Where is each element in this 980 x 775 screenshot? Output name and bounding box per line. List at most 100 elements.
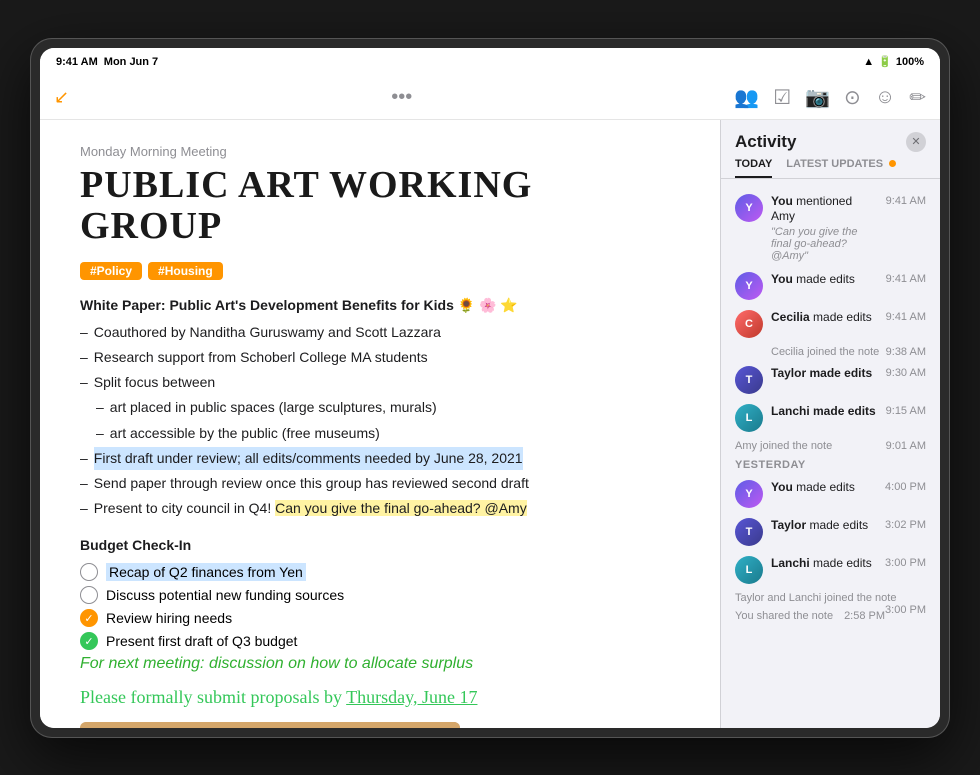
tab-today[interactable]: TODAY	[735, 158, 772, 178]
activity-time-4: 9:30 AM	[886, 367, 926, 379]
activity-text-you-mention: You mentioned Amy "Can you give the fina…	[771, 194, 878, 262]
checkbox-3[interactable]: ✓	[80, 609, 98, 627]
activity-close-button[interactable]: ✕	[906, 132, 926, 152]
tl-joined-time: 3:00 PM	[885, 604, 926, 616]
menu-dots[interactable]: •••	[391, 86, 412, 109]
note-image-inner	[80, 722, 460, 727]
checklist-text-2: Discuss potential new funding sources	[106, 587, 344, 603]
avatar-you-1: Y	[735, 194, 763, 222]
activity-item-lanchi-edit: L Lanchi made edits 9:15 AM	[721, 399, 940, 437]
activity-time-8: 3:00 PM	[885, 557, 926, 569]
activity-main-taylor-y: Taylor made edits	[771, 518, 877, 534]
toolbar-right: 👥 ☑ 📷 ⊙ ☺ ✏	[734, 85, 926, 110]
camera-icon[interactable]: 📷	[805, 85, 830, 110]
shared-text: You shared the note	[735, 610, 833, 622]
checkbox-2[interactable]	[80, 586, 98, 604]
toolbar-left: ↙	[54, 87, 69, 108]
cecilia-joined-time: 9:38 AM	[886, 346, 926, 358]
collapse-icon[interactable]: ↙	[54, 87, 69, 108]
activity-time-1: 9:41 AM	[886, 195, 926, 207]
markup-icon[interactable]: ⊙	[844, 85, 861, 110]
checkbox-1[interactable]	[80, 563, 98, 581]
battery-icon: 🔋	[878, 55, 892, 68]
avatar-cecilia-1: C	[735, 310, 763, 338]
checklist-text-3: Review hiring needs	[106, 610, 232, 626]
status-time: 9:41 AM	[56, 56, 98, 68]
activity-text-taylor: Taylor made edits	[771, 366, 878, 382]
activity-text-cecilia: Cecilia made edits	[771, 310, 878, 326]
toolbar-center: •••	[83, 86, 720, 109]
activity-main-you-edit: You made edits	[771, 272, 878, 288]
whitepaper-title: White Paper: Public Art's Development Be…	[80, 294, 680, 317]
emoji-icon[interactable]: ☺	[875, 86, 895, 109]
activity-header: Activity ✕	[721, 120, 940, 158]
activity-content[interactable]: Y You mentioned Amy "Can you give the fi…	[721, 185, 940, 728]
activity-title: Activity	[735, 132, 796, 152]
italic-note: For next meeting: discussion on how to a…	[80, 655, 473, 672]
activity-main-cecilia: Cecilia made edits	[771, 310, 878, 326]
avatar-lanchi-1: L	[735, 404, 763, 432]
proposal-date: Thursday, June 17	[346, 687, 477, 707]
activity-item-cecilia-edit: C Cecilia made edits 9:41 AM	[721, 305, 940, 343]
line-highlight-blue: – First draft under review; all edits/co…	[80, 447, 680, 470]
activity-item-you-edit: Y You made edits 9:41 AM	[721, 267, 940, 305]
checkbox-4[interactable]: ✓	[80, 632, 98, 650]
line-review2: – Present to city council in Q4! Can you…	[80, 497, 680, 520]
avatar-taylor-1: T	[735, 366, 763, 394]
activity-item-taylor-edit: T Taylor made edits 9:30 AM	[721, 361, 940, 399]
proposal-text: Please formally submit proposals by Thur…	[80, 687, 680, 708]
checklist-item-4[interactable]: ✓ Present first draft of Q3 budget	[80, 632, 680, 650]
activity-panel: Activity ✕ TODAY LATEST UPDATES Y You me…	[720, 120, 940, 728]
checklist-item-3[interactable]: ✓ Review hiring needs	[80, 609, 680, 627]
amy-joined-text: Amy joined the note	[735, 440, 832, 452]
checklist-icon[interactable]: ☑	[773, 85, 791, 110]
ipad-frame: 9:41 AM Mon Jun 7 ▲ 🔋 100% ↙ ••• 👥 ☑ 📷 ⊙	[30, 38, 950, 738]
avatar-you-3: Y	[735, 480, 763, 508]
activity-tabs: TODAY LATEST UPDATES	[721, 158, 940, 179]
budget-title: Budget Check-In	[80, 534, 680, 557]
checklist-item-1[interactable]: Recap of Q2 finances from Yen	[80, 563, 680, 581]
people-icon[interactable]: 👥	[734, 85, 759, 110]
tag-housing[interactable]: #Housing	[148, 262, 223, 280]
activity-text-taylor-y: Taylor made edits	[771, 518, 877, 534]
activity-note-cecilia-joined: Cecilia joined the note 9:38 AM	[721, 343, 940, 361]
tags-row: #Policy #Housing	[80, 262, 680, 280]
note-image	[80, 722, 460, 727]
activity-note-amy-joined: Amy joined the note 9:01 AM	[721, 437, 940, 455]
note-editor[interactable]: Monday Morning Meeting PUBLIC ART WORKIN…	[40, 120, 720, 728]
status-date: Mon Jun 7	[104, 56, 158, 68]
line-2: –Research support from Schoberl College …	[80, 346, 680, 369]
line-art1: –art placed in public spaces (large scul…	[80, 396, 680, 419]
activity-note-tl-joined: Taylor and Lanchi joined the note 3:00 P…	[721, 589, 940, 607]
meeting-label: Monday Morning Meeting	[80, 144, 680, 159]
tab-latest-updates[interactable]: LATEST UPDATES	[786, 158, 896, 178]
activity-main-lanchi-y: Lanchi made edits	[771, 556, 877, 572]
content-area: Monday Morning Meeting PUBLIC ART WORKIN…	[40, 120, 940, 728]
activity-item-you-mention: Y You mentioned Amy "Can you give the fi…	[721, 189, 940, 267]
line-art2: –art accessible by the public (free muse…	[80, 422, 680, 445]
updates-dot	[889, 160, 896, 167]
activity-time-6: 4:00 PM	[885, 481, 926, 493]
status-right: ▲ 🔋 100%	[863, 55, 924, 68]
first-draft-highlight: First draft under review; all edits/comm…	[94, 447, 523, 470]
checklist-text-4: Present first draft of Q3 budget	[106, 633, 297, 649]
activity-text-you-edit: You made edits	[771, 272, 878, 288]
compose-icon[interactable]: ✏	[909, 85, 926, 110]
toolbar: ↙ ••• 👥 ☑ 📷 ⊙ ☺ ✏	[40, 76, 940, 120]
activity-text-lanchi: Lanchi made edits	[771, 404, 878, 420]
activity-time-7: 3:02 PM	[885, 519, 926, 531]
italic-note-row: For next meeting: discussion on how to a…	[80, 655, 680, 673]
status-left: 9:41 AM Mon Jun 7	[56, 56, 158, 68]
activity-time-2: 9:41 AM	[886, 273, 926, 285]
activity-text-you-y: You made edits	[771, 480, 877, 496]
checklist-text-1: Recap of Q2 finances from Yen	[106, 563, 306, 581]
tag-policy[interactable]: #Policy	[80, 262, 142, 280]
activity-main-lanchi: Lanchi made edits	[771, 404, 878, 420]
activity-main-taylor: Taylor made edits	[771, 366, 878, 382]
note-title: PUBLIC ART WORKING GROUP	[80, 165, 680, 249]
highlight-amy: Can you give the final go-ahead? @Amy	[275, 500, 527, 516]
checklist-item-2[interactable]: Discuss potential new funding sources	[80, 586, 680, 604]
avatar-lanchi-2: L	[735, 556, 763, 584]
tl-joined-text: Taylor and Lanchi joined the note	[735, 592, 896, 604]
activity-item-taylor-y: T Taylor made edits 3:02 PM	[721, 513, 940, 551]
